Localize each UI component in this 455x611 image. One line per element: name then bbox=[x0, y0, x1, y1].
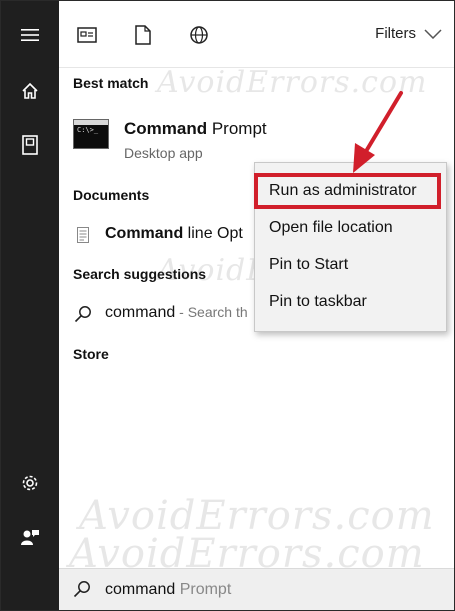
menu-item-label: Open file location bbox=[269, 219, 393, 236]
suggestion-result-label: command - Search th bbox=[105, 304, 248, 322]
left-rail bbox=[1, 1, 59, 610]
document-result-rest: line Opt bbox=[183, 225, 243, 242]
search-typed-text: command bbox=[105, 581, 176, 598]
watermark-top: AvoidErrors.com bbox=[157, 65, 428, 100]
best-match-subtitle: Desktop app bbox=[124, 145, 203, 161]
search-box[interactable]: command Prompt bbox=[59, 568, 454, 610]
web-globe-icon[interactable] bbox=[187, 23, 211, 47]
menu-item-pin-to-taskbar[interactable]: Pin to taskbar bbox=[255, 284, 446, 320]
suggestion-term: command bbox=[105, 304, 176, 321]
search-query: command Prompt bbox=[105, 581, 231, 599]
best-match-title-bold: Command bbox=[124, 119, 208, 138]
watermark-bottom-1: AvoidErrors.com bbox=[79, 493, 435, 539]
home-icon[interactable] bbox=[1, 69, 59, 113]
text-document-icon bbox=[73, 225, 93, 245]
context-menu: Run as administrator Open file location … bbox=[254, 162, 447, 332]
menu-item-run-as-administrator[interactable]: Run as administrator bbox=[255, 173, 446, 209]
chevron-down-icon bbox=[424, 28, 442, 39]
search-autocomplete-text: Prompt bbox=[175, 581, 232, 598]
store-header: Store bbox=[73, 346, 109, 362]
command-prompt-app-icon: C:\>_ bbox=[73, 119, 109, 149]
hamburger-menu-icon[interactable] bbox=[1, 13, 59, 57]
best-match-title: Command Prompt bbox=[124, 119, 267, 139]
menu-item-label: Run as administrator bbox=[269, 182, 417, 199]
best-match-command-prompt[interactable]: C:\>_ Command Prompt Desktop app bbox=[59, 111, 454, 167]
apps-filter-icon[interactable] bbox=[75, 23, 99, 47]
menu-item-pin-to-start[interactable]: Pin to Start bbox=[255, 247, 446, 283]
filter-toolbar: Filters bbox=[59, 1, 454, 68]
best-match-header: Best match bbox=[73, 75, 149, 91]
menu-item-open-file-location[interactable]: Open file location bbox=[255, 210, 446, 246]
search-icon bbox=[73, 580, 91, 603]
filters-dropdown[interactable]: Filters bbox=[375, 25, 442, 42]
document-filter-icon[interactable] bbox=[131, 23, 155, 47]
settings-gear-icon[interactable] bbox=[1, 461, 59, 505]
cmd-icon-text: C:\>_ bbox=[77, 126, 99, 134]
menu-item-label: Pin to Start bbox=[269, 256, 349, 273]
documents-header: Documents bbox=[73, 187, 150, 203]
user-feedback-icon[interactable] bbox=[1, 515, 59, 559]
document-result-bold: Command bbox=[105, 225, 184, 242]
document-result-label: Command line Opt bbox=[105, 225, 243, 243]
suggestion-hint: - Search th bbox=[175, 304, 248, 320]
start-search-window: Filters Best match C:\>_ Command Prompt … bbox=[0, 0, 455, 611]
search-icon bbox=[73, 304, 93, 324]
best-match-title-rest: Prompt bbox=[207, 119, 267, 138]
menu-item-label: Pin to taskbar bbox=[269, 293, 367, 310]
filters-label: Filters bbox=[375, 25, 416, 42]
search-suggestions-header: Search suggestions bbox=[73, 266, 207, 282]
documents-icon[interactable] bbox=[1, 123, 59, 167]
